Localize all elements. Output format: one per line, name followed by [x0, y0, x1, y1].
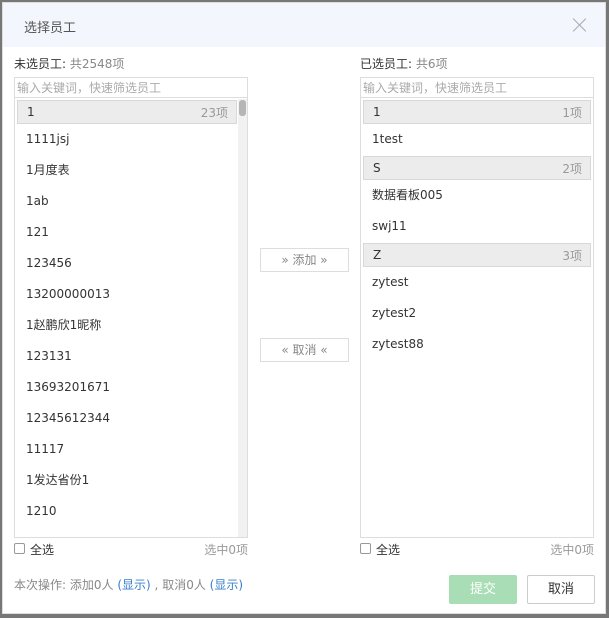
unselected-panel-title: 未选员工: 共2548项 [14, 55, 124, 72]
list-item[interactable]: 1月度表 [15, 155, 247, 186]
unselected-employee-list: 1 23项 1111jsj 1月度表 1ab 121 123456 132000… [15, 99, 247, 527]
removed-count: 取消0人 [162, 578, 206, 592]
close-icon[interactable] [573, 18, 587, 32]
list-item[interactable]: 1赵鹏欣1昵称 [15, 310, 247, 341]
scroll-thumb[interactable] [239, 100, 246, 116]
group-title: 1 [27, 105, 35, 119]
group-header: Z 3项 [363, 243, 591, 267]
selected-search-input[interactable] [361, 78, 593, 98]
summary-prefix: 本次操作: [14, 578, 67, 592]
selected-count: 选中0项 [550, 543, 594, 557]
list-item[interactable]: 123131 [15, 341, 247, 372]
group-title: Z [373, 248, 382, 262]
unselected-employee-panel: 1 23项 1111jsj 1月度表 1ab 121 123456 132000… [14, 77, 248, 538]
list-item[interactable]: 1111jsj [15, 124, 247, 155]
group-count: 2项 [562, 161, 582, 176]
show-removed-link[interactable]: (显示) [210, 578, 243, 592]
list-item[interactable]: 13200000013 [15, 279, 247, 310]
selected-count: 选中0项 [204, 543, 248, 557]
unselected-title-count: 共2548项 [69, 57, 125, 71]
submit-button[interactable]: 提交 [449, 575, 517, 604]
add-button[interactable]: » 添加 » [260, 248, 349, 272]
list-item[interactable]: 数据看板005 [361, 180, 593, 211]
dialog-title: 选择员工 [24, 21, 77, 36]
cancel-button[interactable]: 取消 [527, 575, 595, 604]
group-header: 1 1项 [363, 100, 591, 124]
unselected-footer: 全选 选中0项 [14, 541, 248, 559]
list-item[interactable]: 1test [361, 124, 593, 155]
group-count: 23项 [200, 105, 228, 120]
dialog-header: 选择员工 [3, 3, 605, 47]
group-title: S [373, 161, 381, 175]
selected-employee-list: 1 1项 1test S 2项 数据看板005 swj11 Z 3项 zytes… [361, 99, 593, 360]
select-all-checkbox[interactable] [360, 543, 371, 554]
summary-separator: , [154, 578, 159, 592]
group-count: 1项 [562, 105, 582, 120]
unselected-title-label: 未选员工: [14, 57, 67, 71]
select-all-checkbox[interactable] [14, 543, 25, 554]
list-item[interactable]: swj11 [361, 211, 593, 242]
list-item[interactable]: 13693201671 [15, 372, 247, 403]
list-item[interactable]: 1发达省份1 [15, 465, 247, 496]
selected-footer: 全选 选中0项 [360, 541, 594, 559]
added-count: 添加0人 [69, 578, 114, 592]
list-item[interactable]: 123456 [15, 248, 247, 279]
group-header: 1 23项 [17, 100, 237, 124]
list-item[interactable]: 11117 [15, 434, 247, 465]
select-employee-dialog: 选择员工 未选员工: 共2548项 1 23项 1111jsj 1月度表 1ab… [2, 2, 606, 614]
list-item[interactable]: 121 [15, 217, 247, 248]
list-item[interactable]: zytest88 [361, 329, 593, 360]
scrollbar[interactable] [238, 99, 247, 537]
selected-title-count: 共6项 [415, 57, 448, 71]
group-title: 1 [373, 105, 381, 119]
remove-button[interactable]: « 取消 « [260, 338, 349, 362]
list-item[interactable]: 1210 [15, 496, 247, 527]
group-header: S 2项 [363, 156, 591, 180]
list-item[interactable]: zytest2 [361, 298, 593, 329]
unselected-search-input[interactable] [15, 78, 247, 98]
select-all-label[interactable]: 全选 [376, 541, 400, 558]
select-all-label[interactable]: 全选 [30, 541, 54, 558]
selected-employee-panel: 1 1项 1test S 2项 数据看板005 swj11 Z 3项 zytes… [360, 77, 594, 538]
operation-summary: 本次操作: 添加0人 (显示) , 取消0人 (显示) [14, 576, 243, 593]
list-item[interactable]: 1ab [15, 186, 247, 217]
selected-panel-title: 已选员工: 共6项 [360, 55, 448, 72]
show-added-link[interactable]: (显示) [117, 578, 150, 592]
selected-title-label: 已选员工: [360, 57, 413, 71]
list-item[interactable]: zytest [361, 267, 593, 298]
list-item[interactable]: 12345612344 [15, 403, 247, 434]
group-count: 3项 [562, 248, 582, 263]
